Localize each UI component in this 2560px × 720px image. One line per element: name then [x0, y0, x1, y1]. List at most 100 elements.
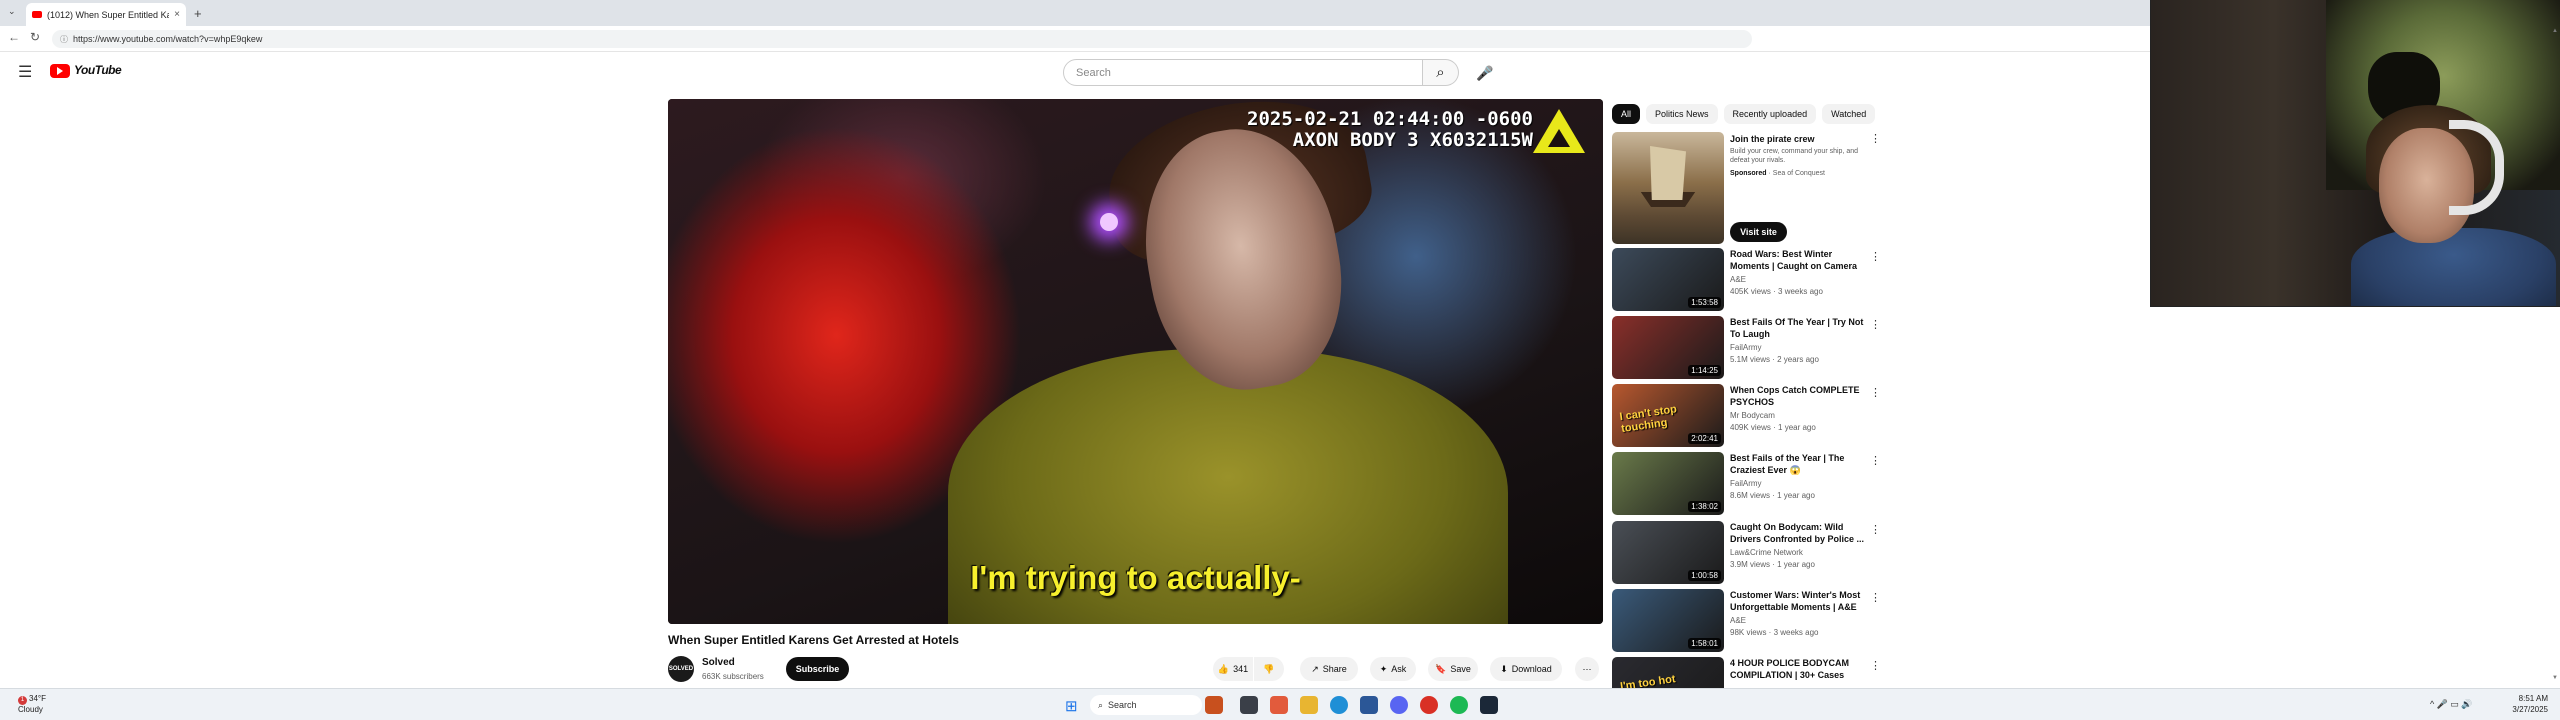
recommendation-thumbnail[interactable]: 1:58:01: [1612, 589, 1724, 652]
video-duration: 1:14:25: [1688, 365, 1721, 376]
recommendation-channel[interactable]: Law&Crime Network: [1730, 548, 1803, 557]
subscribe-button[interactable]: Subscribe: [786, 657, 849, 681]
video-duration: 2:02:41: [1688, 433, 1721, 444]
youtube-favicon-icon: [32, 11, 42, 18]
share-button[interactable]: ↗ Share: [1300, 657, 1358, 681]
chip-recently-uploaded[interactable]: Recently uploaded: [1723, 104, 1817, 124]
sponsored-ad[interactable]: Join the pirate crew Build your crew, co…: [1612, 132, 1881, 244]
recommendation-item[interactable]: 1:38:02 Best Fails of the Year | The Craz…: [1612, 452, 1881, 516]
dislike-button[interactable]: 👎: [1254, 657, 1284, 681]
channel-avatar[interactable]: SOLVED: [668, 656, 694, 682]
more-options-icon[interactable]: ⋮: [1870, 659, 1881, 672]
recommendation-title[interactable]: 4 HOUR POLICE BODYCAM COMPILATION | 30+ …: [1730, 657, 1865, 681]
ask-button[interactable]: ✦ Ask: [1370, 657, 1416, 681]
weather-temp: 34°F: [29, 694, 46, 703]
recommendation-thumbnail[interactable]: 1:14:25: [1612, 316, 1724, 379]
back-arrow-icon[interactable]: ←: [8, 30, 20, 44]
recommendation-title[interactable]: Caught On Bodycam: Wild Drivers Confront…: [1730, 521, 1865, 545]
menu-icon[interactable]: ☰: [18, 62, 32, 82]
more-options-icon[interactable]: ⋮: [1870, 386, 1881, 399]
channel-subscriber-count: 663K subscribers: [702, 672, 764, 681]
url-text: https://www.youtube.com/watch?v=whpE9qke…: [73, 34, 263, 44]
taskbar-spotify-icon[interactable]: [1450, 696, 1468, 714]
recommendation-title[interactable]: Road Wars: Best Winter Moments | Caught …: [1730, 248, 1865, 272]
system-tray[interactable]: ^ 🎤 ▭ 🔊: [2430, 699, 2473, 710]
weather-widget[interactable]: 1 34°F Cloudy: [18, 694, 46, 715]
taskbar-clock[interactable]: 8:51 AM 3/27/2025: [2498, 693, 2548, 715]
search-button[interactable]: ⌕: [1423, 59, 1459, 86]
download-button[interactable]: ⬇ Download: [1490, 657, 1562, 681]
tab-search-icon[interactable]: ⌄: [8, 6, 16, 17]
recommendation-title[interactable]: When Cops Catch COMPLETE PSYCHOS: [1730, 384, 1865, 408]
video-subtitle: I'm trying to actually-: [970, 559, 1301, 596]
more-options-icon[interactable]: ⋮: [1870, 318, 1881, 331]
site-info-icon[interactable]: ⓘ: [60, 34, 68, 45]
recommendation-channel[interactable]: A&E: [1730, 616, 1746, 625]
address-bar[interactable]: ⓘ https://www.youtube.com/watch?v=whpE9q…: [52, 30, 1752, 48]
taskbar-edge-icon[interactable]: [1330, 696, 1348, 714]
recommendation-item[interactable]: 1:53:58 Road Wars: Best Winter Moments | …: [1612, 248, 1881, 312]
taskbar-chrome-icon[interactable]: [1420, 696, 1438, 714]
windows-start-icon[interactable]: ⊞: [1065, 697, 1078, 715]
video-frame-light: [1100, 213, 1118, 231]
taskbar-photos-icon[interactable]: [1270, 696, 1288, 714]
recommendation-channel[interactable]: FailArmy: [1730, 479, 1762, 488]
voice-search-button[interactable]: 🎤: [1473, 61, 1497, 85]
recommendation-title[interactable]: Best Fails Of The Year | Try Not To Laug…: [1730, 316, 1865, 340]
reload-icon[interactable]: ↻: [30, 30, 40, 44]
visit-site-button[interactable]: Visit site: [1730, 222, 1787, 242]
recommendation-channel[interactable]: A&E: [1730, 275, 1746, 284]
ad-menu-icon[interactable]: ⋮: [1870, 132, 1881, 145]
weather-condition: Cloudy: [18, 705, 43, 714]
recommendation-item[interactable]: I'm too hot 4 HOUR POLICE BODYCAM COMPILA…: [1612, 657, 1881, 720]
more-options-icon[interactable]: ⋮: [1870, 454, 1881, 467]
recommendation-channel[interactable]: Mr Bodycam: [1730, 411, 1775, 420]
youtube-masthead: ☰ YouTube Search ⌕ 🎤: [0, 52, 2150, 94]
ad-title[interactable]: Join the pirate crew: [1730, 134, 1815, 144]
taskbar-game-icon[interactable]: [1205, 696, 1223, 714]
save-button[interactable]: 🔖 Save: [1428, 657, 1478, 681]
taskbar-file-explorer-icon[interactable]: [1300, 696, 1318, 714]
recommendation-thumbnail[interactable]: I can't stop touching 2:02:41: [1612, 384, 1724, 447]
like-count: 341: [1233, 664, 1249, 674]
like-button[interactable]: 👍 341: [1213, 657, 1253, 681]
youtube-logo-wordmark[interactable]: YouTube: [74, 63, 122, 77]
chip-politics-news[interactable]: Politics News: [1646, 104, 1718, 124]
channel-name[interactable]: Solved: [702, 657, 735, 668]
more-options-icon[interactable]: ⋮: [1870, 523, 1881, 536]
close-tab-icon[interactable]: ×: [174, 9, 180, 20]
recommendation-channel[interactable]: FailArmy: [1730, 343, 1762, 352]
recommendation-thumbnail[interactable]: 1:00:58: [1612, 521, 1724, 584]
taskbar-taskview-icon[interactable]: [1240, 696, 1258, 714]
scroll-down-arrow-icon[interactable]: ▼: [2552, 675, 2558, 681]
recommendation-item[interactable]: I can't stop touching 2:02:41 When Cops Ca…: [1612, 384, 1881, 448]
youtube-logo-icon[interactable]: [50, 64, 70, 78]
recommendation-meta: 409K views · 1 year ago: [1730, 423, 1816, 432]
thumbnail-caption: I can't stop touching: [1618, 403, 1678, 436]
browser-tab[interactable]: (1012) When Super Entitled Ka ×: [26, 3, 186, 26]
search-input[interactable]: Search: [1063, 59, 1423, 86]
taskbar-steam-icon[interactable]: [1480, 696, 1498, 714]
scroll-up-arrow-icon[interactable]: ▲: [2552, 28, 2558, 34]
taskbar-discord-icon[interactable]: [1390, 696, 1408, 714]
more-options-icon[interactable]: ⋮: [1870, 591, 1881, 604]
more-options-icon[interactable]: ⋮: [1870, 250, 1881, 263]
chip-all[interactable]: All: [1612, 104, 1641, 124]
new-tab-button[interactable]: +: [194, 6, 202, 21]
recommendation-item[interactable]: 1:00:58 Caught On Bodycam: Wild Drivers C…: [1612, 521, 1881, 585]
video-player[interactable]: 2025-02-21 02:44:00 -0600 AXON BODY 3 X6…: [668, 99, 1603, 624]
recommendation-thumbnail[interactable]: 1:53:58: [1612, 248, 1724, 311]
recommendation-title[interactable]: Best Fails of the Year | The Craziest Ev…: [1730, 452, 1865, 476]
ad-advertiser: Sea of Conquest: [1772, 170, 1825, 177]
recommendation-item[interactable]: 1:58:01 Customer Wars: Winter's Most Unfo…: [1612, 589, 1881, 653]
recommendation-thumbnail[interactable]: 1:38:02: [1612, 452, 1724, 515]
taskbar-store-icon[interactable]: [1360, 696, 1378, 714]
recommendation-title[interactable]: Customer Wars: Winter's Most Unforgettab…: [1730, 589, 1865, 613]
ad-thumbnail[interactable]: [1612, 132, 1724, 244]
recommendation-item[interactable]: 1:14:25 Best Fails Of The Year | Try Not …: [1612, 316, 1881, 380]
more-actions-button[interactable]: ⋯: [1575, 657, 1599, 681]
chip-watched[interactable]: Watched: [1822, 104, 1876, 124]
taskbar-search[interactable]: ⌕ Search: [1090, 695, 1202, 715]
windows-taskbar: 1 34°F Cloudy ⊞ ⌕ Search ^ 🎤 ▭ 🔊 8:51 AM …: [0, 688, 2560, 720]
share-icon: ↗: [1311, 663, 1319, 674]
